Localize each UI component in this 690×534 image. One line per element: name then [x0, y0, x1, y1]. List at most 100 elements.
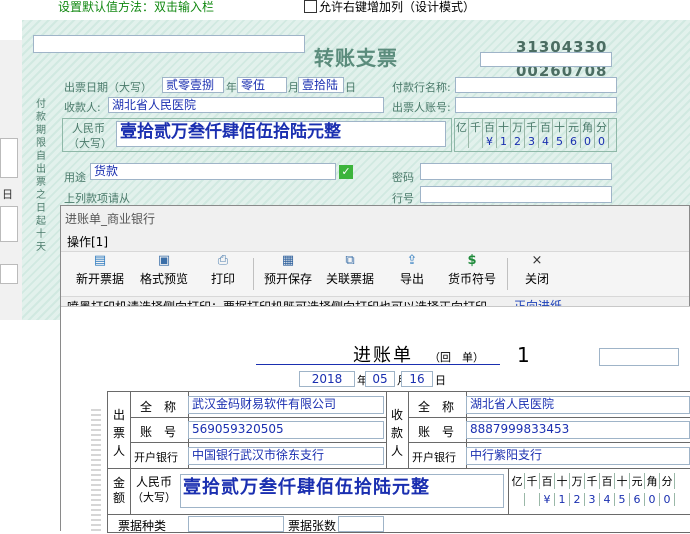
cheque-title: 转账支票: [314, 46, 398, 70]
export-icon: ⇪: [406, 253, 418, 268]
cheque-unit-cell-6: 百: [540, 119, 553, 135]
dollar-icon: $: [467, 253, 477, 268]
line-number-label: 行号: [392, 192, 414, 205]
cheque-unit-cell-7: 十: [554, 119, 567, 135]
slip-day-field[interactable]: 16: [401, 371, 433, 387]
deposit-slip: 进账单 （回 单） 1 2018 年 05 月 16 日 出票人 全 称: [61, 306, 690, 533]
slip-amount-grid: 亿千百十万千百十元角分 ¥1 2 3 4 5 6 0 0: [510, 470, 690, 512]
save-button[interactable]: ▦ 预开保存: [261, 252, 315, 294]
export-label: 导出: [399, 272, 424, 286]
slip-copy-number: 1: [517, 343, 530, 367]
slip-corner-field[interactable]: [599, 348, 679, 366]
link-tickets-button[interactable]: ⧉ 关联票据: [321, 252, 379, 294]
toolbar: ▤ 新开票据 ▣ 格式预览 ⎙ 打印 ▦ 预开保存 ⧉ 关联票据 ⇪ 导出 $ …: [61, 251, 689, 297]
payee-field[interactable]: 湖北省人民医院: [108, 97, 384, 113]
password-field[interactable]: [420, 163, 612, 180]
save-icon: ▦: [281, 253, 295, 268]
print-button[interactable]: ⎙ 打印: [201, 252, 245, 294]
cheque-unit-cell-0: 亿: [456, 119, 469, 135]
slip-unit-cell-5: 千: [585, 473, 600, 489]
slip-digit-cell-9: 0: [645, 493, 660, 506]
drawer-account-field[interactable]: 569059320505: [188, 421, 384, 439]
payee-name-field[interactable]: 湖北省人民医院: [466, 396, 690, 414]
date-month-field[interactable]: 零伍: [237, 77, 287, 93]
close-icon: ×: [531, 253, 543, 268]
cheque-digit-cell-0: [455, 135, 469, 148]
slip-digit-cell-10: 0: [660, 493, 675, 506]
payee-label: 收款人: [391, 408, 404, 458]
left-input-2[interactable]: [0, 206, 18, 242]
drawer-name-field[interactable]: 武汉金码财易软件有限公司: [188, 396, 384, 414]
currency-symbol-button[interactable]: $ 货币符号: [443, 252, 501, 294]
day-unit: 日: [345, 81, 356, 94]
slip-unit-cell-9: 角: [645, 473, 660, 489]
slip-unit-cell-3: 十: [555, 473, 570, 489]
slip-amount-upper-text: 壹拾贰万叁仟肆佰伍拾陆元整: [183, 477, 430, 498]
slip-rmb-label: 人民币: [136, 475, 173, 489]
date-year-field[interactable]: 贰零壹捌: [162, 77, 224, 93]
slip-upper-label: （大写）: [132, 491, 176, 504]
amount-upper-text: 壹拾贰万叁仟肆佰伍拾陆元整: [120, 122, 341, 142]
slip-side-print: [91, 409, 101, 533]
save-label: 预开保存: [263, 272, 312, 286]
default-value-hint: 设置默认值方法：双击输入栏: [58, 0, 215, 14]
slip-unit-cell-0: 亿: [510, 473, 525, 489]
slip-unit-cell-7: 十: [615, 473, 630, 489]
preview-label: 格式预览: [139, 272, 188, 286]
slip-title-underline: [256, 364, 500, 365]
cheque-digit-cell-2: ¥: [483, 135, 497, 148]
slip-digit-cell-0: [510, 493, 525, 506]
window-title: 进账单_商业银行: [65, 212, 156, 226]
payee-bank-field[interactable]: 中行紫阳支行: [466, 447, 690, 465]
left-panel: 日: [0, 40, 23, 320]
currency-symbol-label: 货币符号: [447, 272, 496, 286]
cheque-digit-cell-10: 0: [595, 135, 609, 148]
drawer-bank-field[interactable]: 中国银行武汉市徐东支行: [188, 447, 384, 465]
cheque-unit-cell-5: 千: [526, 119, 539, 135]
date-day-field[interactable]: 壹拾陆: [298, 77, 344, 93]
slip-digit-cell-7: 5: [615, 493, 630, 506]
export-button[interactable]: ⇪ 导出: [391, 252, 433, 294]
new-ticket-label: 新开票据: [75, 272, 124, 286]
operation-menu[interactable]: 操作[1]: [67, 233, 108, 250]
ticket-type-field[interactable]: [188, 516, 284, 532]
line-number-field[interactable]: [420, 186, 612, 203]
left-input-1[interactable]: [0, 138, 18, 178]
cheque-side-text: 付款期限自出票之日起十天: [36, 99, 46, 253]
slip-month-field[interactable]: 05: [365, 371, 395, 387]
cheque-digit-cell-7: 5: [553, 135, 567, 148]
purpose-field[interactable]: 货款: [90, 163, 336, 180]
password-label: 密码: [392, 171, 414, 184]
left-input-3[interactable]: [0, 264, 18, 284]
payee-account-field[interactable]: 8887999833453: [466, 421, 690, 439]
amount-label: 金额: [113, 476, 126, 505]
cheque-blank-field[interactable]: [33, 35, 305, 53]
cheque-digit-cell-5: 3: [525, 135, 539, 148]
slip-unit-cell-2: 百: [540, 473, 555, 489]
payee-name-label: 全 称: [418, 400, 455, 414]
payer-bank-field[interactable]: [455, 77, 617, 93]
slip-digit-cell-4: 2: [570, 493, 585, 506]
cheque-digit-cell-4: 2: [511, 135, 525, 148]
slip-year-field[interactable]: 2018: [299, 371, 355, 387]
date-label: 出票日期（大写）: [64, 81, 152, 94]
toolbar-separator: [253, 258, 254, 290]
cheque-digit-cell-6: 4: [539, 135, 553, 148]
cheque-digit-cell-8: 6: [567, 135, 581, 148]
new-ticket-button[interactable]: ▤ 新开票据: [65, 252, 135, 294]
amount-upper-field[interactable]: 壹拾贰万叁仟肆佰伍拾陆元整: [116, 121, 446, 147]
drawer-account-field[interactable]: [455, 97, 617, 113]
slip-amount-upper-field[interactable]: 壹拾贰万叁仟肆佰伍拾陆元整: [180, 474, 504, 508]
link-tickets-label: 关联票据: [325, 272, 374, 286]
payee-account-label: 账 号: [418, 425, 455, 439]
new-ticket-icon: ▤: [93, 253, 107, 268]
cheque-unit-cell-9: 角: [582, 119, 595, 135]
preview-button[interactable]: ▣ 格式预览: [135, 252, 193, 294]
drawer-bank-label: 开户银行: [134, 451, 178, 464]
ticket-count-field[interactable]: [338, 516, 384, 532]
allow-add-column-checkbox[interactable]: [304, 0, 317, 13]
purpose-check-icon[interactable]: ✓: [339, 165, 353, 179]
close-button[interactable]: × 关闭: [515, 252, 559, 294]
slip-digit-cell-8: 6: [630, 493, 645, 506]
cheque-number-field[interactable]: [480, 52, 612, 67]
